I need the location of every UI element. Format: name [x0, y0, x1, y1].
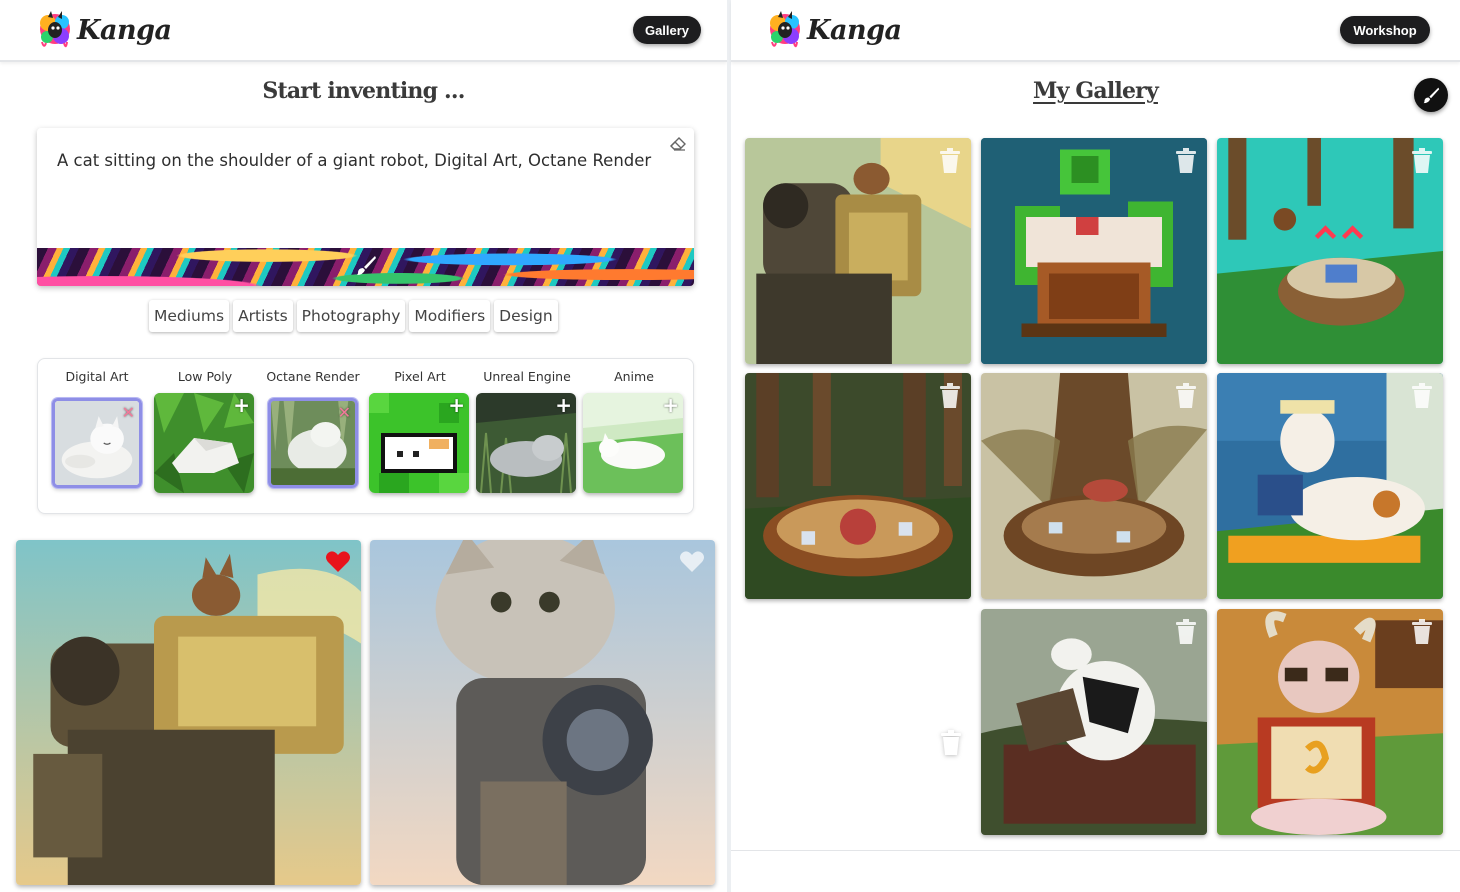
style-label: Pixel Art — [394, 369, 446, 384]
trash-icon[interactable] — [940, 730, 962, 756]
heart-icon[interactable] — [679, 550, 705, 574]
gallery-tile[interactable] — [745, 373, 971, 599]
tab-mediums[interactable]: Mediums — [149, 300, 230, 332]
style-thumb-low-poly[interactable]: + — [154, 393, 254, 493]
modifier-tabs: Mediums Artists Photography Modifiers De… — [149, 300, 558, 332]
add-icon[interactable]: + — [555, 395, 572, 415]
style-label: Octane Render — [266, 369, 360, 384]
remove-icon[interactable]: ✕ — [122, 403, 135, 423]
style-thumb-digital-art[interactable]: ✕ — [52, 398, 142, 488]
add-icon[interactable]: + — [233, 395, 250, 415]
tab-modifiers[interactable]: Modifiers — [409, 300, 491, 332]
logo[interactable]: Kanga — [36, 9, 172, 51]
result-image[interactable] — [16, 540, 361, 885]
paintbrush-button[interactable] — [1414, 78, 1448, 112]
page-title: My Gallery — [1033, 78, 1159, 104]
trash-icon[interactable] — [1411, 148, 1433, 174]
trash-icon[interactable] — [1411, 619, 1433, 645]
add-icon[interactable]: + — [662, 395, 679, 415]
style-label: Anime — [614, 369, 654, 384]
style-thumb-pixel-art[interactable]: + — [369, 393, 469, 493]
gallery-tile[interactable] — [1217, 609, 1443, 835]
style-label: Unreal Engine — [483, 369, 571, 384]
generate-banner[interactable] — [37, 248, 694, 286]
page-title: Start inventing ... — [262, 78, 465, 104]
gallery-tile[interactable] — [981, 609, 1207, 835]
trash-icon[interactable] — [939, 148, 961, 174]
footer-divider — [731, 850, 1460, 851]
trash-icon[interactable] — [1175, 383, 1197, 409]
gallery-tile[interactable] — [981, 373, 1207, 599]
prompt-input[interactable]: A cat sitting on the shoulder of a giant… — [57, 148, 657, 174]
style-options-card: Digital Art ✕ Low Poly + Octane Render ✕… — [37, 358, 694, 514]
workshop-nav-button[interactable]: Workshop — [1340, 16, 1430, 44]
brand-name: Kanga — [77, 14, 172, 46]
paintbrush-icon[interactable] — [355, 254, 377, 276]
tab-artists[interactable]: Artists — [233, 300, 293, 332]
gallery-nav-button[interactable]: Gallery — [633, 16, 701, 44]
brand-name: Kanga — [807, 14, 902, 46]
trash-icon[interactable] — [1411, 383, 1433, 409]
gallery-tile[interactable] — [981, 138, 1207, 364]
workshop-header: Kanga Gallery — [0, 0, 727, 62]
gallery-header: Kanga Workshop — [731, 0, 1460, 62]
heart-icon[interactable] — [325, 550, 351, 574]
trash-icon[interactable] — [1175, 148, 1197, 174]
style-thumb-octane-render[interactable]: ✕ — [268, 398, 358, 488]
trash-icon[interactable] — [939, 383, 961, 409]
tab-design[interactable]: Design — [494, 300, 558, 332]
logo[interactable]: Kanga — [766, 9, 902, 51]
logo-mark-icon — [766, 9, 804, 51]
paintbrush-icon — [1423, 87, 1440, 104]
add-icon[interactable]: + — [448, 395, 465, 415]
style-label: Digital Art — [65, 369, 129, 384]
gallery-tile[interactable] — [745, 138, 971, 364]
style-label: Low Poly — [177, 369, 233, 384]
app-root: Kanga Gallery Start inventing ... A cat … — [0, 0, 1460, 892]
gallery-tile[interactable] — [1217, 373, 1443, 599]
logo-mark-icon — [36, 9, 74, 51]
eraser-icon[interactable] — [670, 136, 686, 151]
result-image[interactable] — [370, 540, 715, 885]
prompt-box[interactable]: A cat sitting on the shoulder of a giant… — [37, 128, 694, 286]
style-thumb-anime[interactable]: + — [583, 393, 683, 493]
workshop-panel: Kanga Gallery Start inventing ... A cat … — [0, 0, 727, 892]
gallery-panel: Kanga Workshop My Gallery — [731, 0, 1460, 892]
style-thumb-unreal-engine[interactable]: + — [476, 393, 576, 493]
gallery-tile[interactable] — [1217, 138, 1443, 364]
tab-photography[interactable]: Photography — [296, 300, 406, 332]
trash-icon[interactable] — [1175, 619, 1197, 645]
remove-icon[interactable]: ✕ — [338, 403, 351, 423]
